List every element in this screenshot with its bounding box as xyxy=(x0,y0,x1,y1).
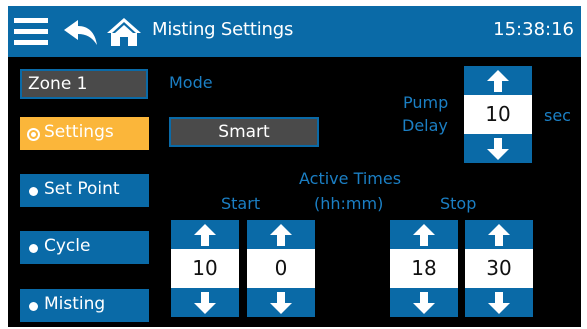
stop-hours-decrease-button[interactable] xyxy=(390,288,458,317)
arrow-up-icon xyxy=(488,224,510,246)
arrow-down-icon xyxy=(488,292,510,314)
stop-minutes-increase-button[interactable] xyxy=(465,220,533,249)
nav-set-point-label: Set Point xyxy=(44,179,120,199)
arrow-up-icon xyxy=(270,224,292,246)
start-minutes-stepper: 0 xyxy=(247,220,315,317)
clock: 15:38:16 xyxy=(493,19,574,40)
nav-misting-label: Misting xyxy=(44,294,106,314)
pump-delay-stepper: 10 xyxy=(464,66,532,163)
arrow-down-icon xyxy=(194,292,216,314)
nav-settings-label: Settings xyxy=(44,122,114,142)
arrow-down-icon xyxy=(487,138,509,160)
stop-hours-stepper: 18 xyxy=(390,220,458,317)
start-hours-increase-button[interactable] xyxy=(171,220,239,249)
pump-delay-decrease-button[interactable] xyxy=(464,134,532,163)
home-icon[interactable] xyxy=(107,18,141,46)
stop-label: Stop xyxy=(440,194,477,213)
arrow-down-icon xyxy=(413,292,435,314)
hmi-screen: Misting Settings 15:38:16 Zone 1 Setting… xyxy=(8,6,581,327)
nav-cycle-label: Cycle xyxy=(44,236,91,256)
arrow-up-icon xyxy=(194,224,216,246)
menu-icon[interactable] xyxy=(14,18,48,46)
radio-selected-icon xyxy=(27,128,40,141)
start-minutes-value[interactable]: 0 xyxy=(247,249,315,288)
bullet-icon xyxy=(29,187,38,196)
pump-delay-unit: sec xyxy=(544,106,571,125)
start-hours-value[interactable]: 10 xyxy=(171,249,239,288)
start-minutes-increase-button[interactable] xyxy=(247,220,315,249)
stop-minutes-decrease-button[interactable] xyxy=(465,288,533,317)
stop-hours-value[interactable]: 18 xyxy=(390,249,458,288)
back-icon[interactable] xyxy=(64,20,98,46)
zone-selector[interactable]: Zone 1 xyxy=(20,69,148,99)
pump-label: Pump xyxy=(403,93,449,112)
pump-delay-increase-button[interactable] xyxy=(464,66,532,95)
stop-minutes-value[interactable]: 30 xyxy=(465,249,533,288)
nav-set-point-button[interactable]: Set Point xyxy=(20,174,149,207)
start-minutes-decrease-button[interactable] xyxy=(247,288,315,317)
arrow-up-icon xyxy=(487,70,509,92)
delay-label: Delay xyxy=(402,116,448,135)
stop-hours-increase-button[interactable] xyxy=(390,220,458,249)
stop-minutes-stepper: 30 xyxy=(465,220,533,317)
bullet-icon xyxy=(29,244,38,253)
page-title: Misting Settings xyxy=(152,19,294,40)
active-times-format: (hh:mm) xyxy=(314,194,384,213)
start-label: Start xyxy=(221,194,261,213)
header-bar: Misting Settings 15:38:16 xyxy=(8,6,581,57)
arrow-down-icon xyxy=(270,292,292,314)
pump-delay-value[interactable]: 10 xyxy=(464,95,532,134)
start-hours-decrease-button[interactable] xyxy=(171,288,239,317)
arrow-up-icon xyxy=(413,224,435,246)
nav-cycle-button[interactable]: Cycle xyxy=(20,231,149,264)
nav-misting-button[interactable]: Misting xyxy=(20,289,149,322)
active-times-title: Active Times xyxy=(299,169,402,188)
mode-button[interactable]: Smart xyxy=(169,117,319,147)
mode-label: Mode xyxy=(169,73,213,92)
nav-settings-button[interactable]: Settings xyxy=(20,117,149,150)
start-hours-stepper: 10 xyxy=(171,220,239,317)
bullet-icon xyxy=(29,302,38,311)
